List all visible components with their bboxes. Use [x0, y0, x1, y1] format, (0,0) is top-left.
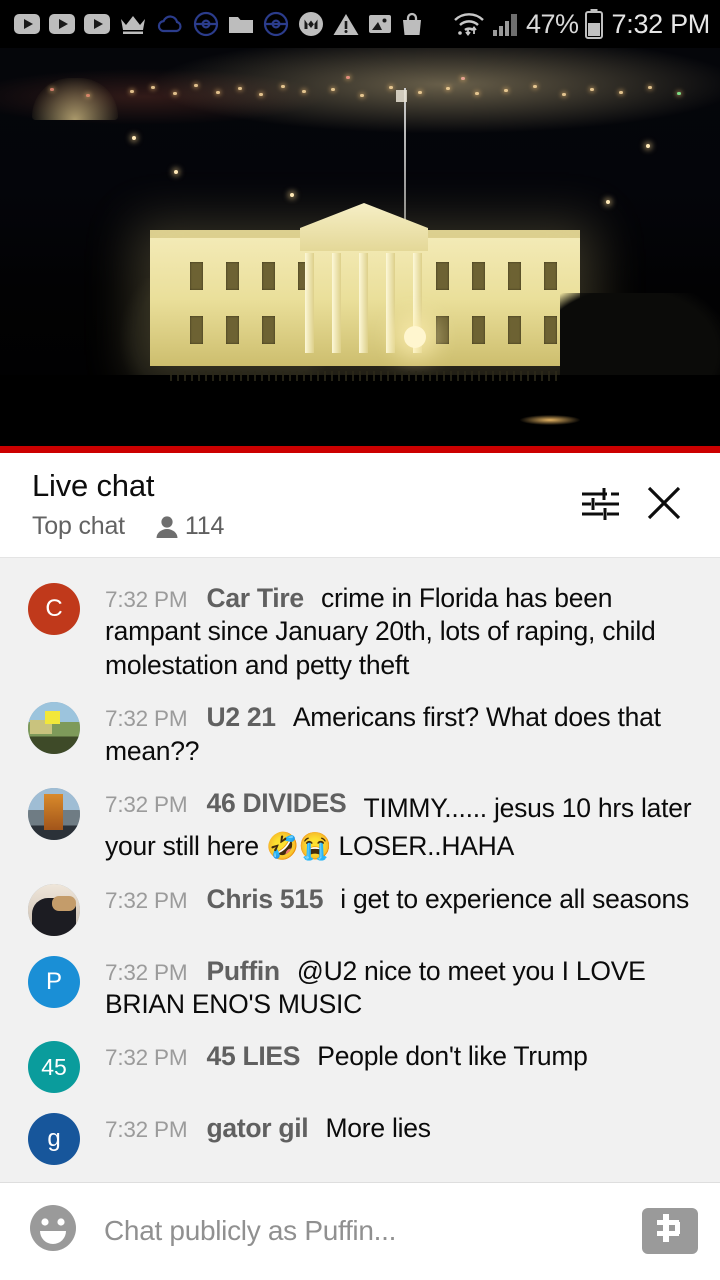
message-text: i get to experience all seasons	[340, 883, 690, 914]
avatar[interactable]: P	[28, 955, 80, 1008]
message-text: More lies	[325, 1113, 431, 1144]
message-timestamp: 7:32 PM	[105, 587, 188, 612]
chat-message-body: 7:32 PM 45 LIES People don't like Trump	[105, 1039, 588, 1073]
chat-message-body: 7:32 PM Puffin @U2 nice to meet you I LO…	[105, 954, 696, 1022]
message-author[interactable]: 46 DIVIDES	[207, 788, 347, 818]
lawn-light	[520, 415, 580, 425]
cloud-icon	[156, 14, 184, 34]
crown-icon	[119, 13, 147, 35]
emoji-smiley-icon	[28, 1203, 78, 1258]
foreground-ground	[0, 375, 720, 453]
chat-message-body: 7:32 PM 46 DIVIDES TIMMY...... jesus 10 …	[105, 786, 696, 864]
close-chat-button[interactable]	[632, 473, 696, 537]
chat-settings-button[interactable]	[568, 473, 632, 537]
youtube-play-icon	[14, 14, 40, 34]
message-text: TIMMY...... jesus 10 hrs later your stil…	[105, 792, 692, 862]
clock-label: 7:32 PM	[611, 8, 711, 39]
fence	[170, 371, 560, 381]
wifi-icon	[452, 11, 486, 37]
live-chat-header-text: Live chat Top chat 114	[32, 467, 568, 541]
avatar-initial: C	[45, 595, 63, 622]
chat-message-list[interactable]: C 7:32 PM Car Tire crime in Florida has …	[0, 558, 720, 1182]
message-timestamp: 7:32 PM	[105, 706, 188, 732]
chat-message[interactable]: 7:32 PM 46 DIVIDES TIMMY...... jesus 10 …	[0, 777, 720, 873]
status-bar: 47% 7:32 PM	[0, 0, 720, 48]
cellular-signal-icon	[492, 11, 520, 37]
avatar[interactable]	[28, 883, 80, 936]
avatar-initial: 45	[41, 1053, 67, 1080]
message-author[interactable]: Chris 515	[207, 884, 324, 914]
chat-input[interactable]: Chat publicly as Puffin...	[104, 1215, 642, 1247]
chat-message-body: 7:32 PM Car Tire crime in Florida has be…	[105, 581, 696, 682]
chat-message-body: 7:32 PM Chris 515 i get to experience al…	[105, 882, 689, 916]
message-author[interactable]: Puffin	[207, 956, 281, 986]
avatar[interactable]: 45	[28, 1041, 80, 1094]
chat-message[interactable]: C 7:32 PM Car Tire crime in Florida has …	[0, 572, 720, 691]
youtube-play-icon	[49, 14, 75, 34]
youtube-play-icon	[84, 14, 110, 34]
pokeball-icon	[263, 11, 289, 37]
message-author[interactable]: 45 LIES	[207, 1041, 301, 1071]
chat-message-body: 7:32 PM gator gil More lies	[105, 1111, 431, 1145]
entrance-light	[404, 326, 426, 348]
avatar-photo	[28, 787, 80, 840]
flag	[396, 90, 407, 102]
pokeball-icon	[193, 11, 219, 37]
video-player[interactable]	[0, 48, 720, 453]
viewer-count-label: 114	[184, 512, 225, 541]
message-timestamp: 7:32 PM	[105, 887, 188, 913]
chat-subtitle-row: Top chat 114	[32, 512, 568, 541]
dollar-sign-icon	[653, 1211, 687, 1250]
message-timestamp: 7:32 PM	[105, 1117, 188, 1143]
battery-icon	[584, 9, 603, 39]
avatar-initial: g	[47, 1125, 61, 1153]
flagpole	[404, 88, 406, 220]
message-author[interactable]: gator gil	[207, 1113, 309, 1143]
battery-percent-label: 47%	[526, 8, 579, 39]
warning-triangle-icon	[333, 13, 359, 36]
avatar-initial: P	[45, 967, 62, 995]
avatar[interactable]	[28, 702, 80, 755]
avatar[interactable]: C	[28, 583, 80, 635]
message-text: People don't like Trump	[317, 1041, 588, 1072]
message-timestamp: 7:32 PM	[105, 959, 188, 985]
close-x-icon	[642, 481, 686, 530]
message-author[interactable]: U2 21	[207, 702, 277, 732]
message-text: crime in Florida has been rampant since …	[105, 583, 656, 680]
person-icon	[155, 514, 179, 540]
avatar[interactable]	[28, 787, 80, 840]
shopping-bag-icon	[401, 12, 423, 36]
message-text: @U2 nice to meet you I LOVE BRIAN ENO'S …	[105, 955, 646, 1019]
avatar-photo	[28, 702, 80, 755]
status-bar-notification-icons	[14, 11, 452, 37]
avatar[interactable]: g	[28, 1113, 80, 1166]
message-timestamp: 7:32 PM	[105, 791, 188, 817]
emoji-picker-button[interactable]	[26, 1204, 80, 1258]
chat-message[interactable]: 7:32 PM Chris 515 i get to experience al…	[0, 873, 720, 945]
chat-message[interactable]: P 7:32 PM Puffin @U2 nice to meet you I …	[0, 945, 720, 1031]
status-bar-system-indicators: 47% 7:32 PM	[452, 9, 710, 40]
page-title: Live chat	[32, 467, 155, 503]
avatar-photo	[28, 883, 80, 936]
message-text: Americans first? What does that mean??	[105, 702, 661, 766]
message-timestamp: 7:32 PM	[105, 1045, 188, 1071]
message-author[interactable]: Car Tire	[207, 583, 305, 613]
chat-message[interactable]: g 7:32 PM gator gil More lies	[0, 1102, 720, 1174]
photo-icon	[368, 13, 392, 35]
messenger-m-icon	[298, 11, 324, 37]
chat-input-bar: Chat publicly as Puffin...	[0, 1182, 720, 1278]
folder-icon	[228, 14, 254, 35]
tune-sliders-icon	[577, 480, 623, 531]
live-chat-header: Live chat Top chat 114	[0, 453, 720, 558]
chat-message[interactable]: 7:32 PM U2 21 Americans first? What does…	[0, 691, 720, 777]
youtube-live-chat-screen: 47% 7:32 PM Live chat Top chat 114 C 7:3…	[0, 0, 720, 1280]
chat-mode-label[interactable]: Top chat	[32, 512, 125, 541]
chat-message[interactable]: 45 7:32 PM 45 LIES People don't like Tru…	[0, 1030, 720, 1102]
super-chat-button[interactable]	[642, 1207, 698, 1254]
video-progress-bar[interactable]	[0, 446, 720, 453]
chat-message-body: 7:32 PM U2 21 Americans first? What does…	[105, 700, 696, 768]
